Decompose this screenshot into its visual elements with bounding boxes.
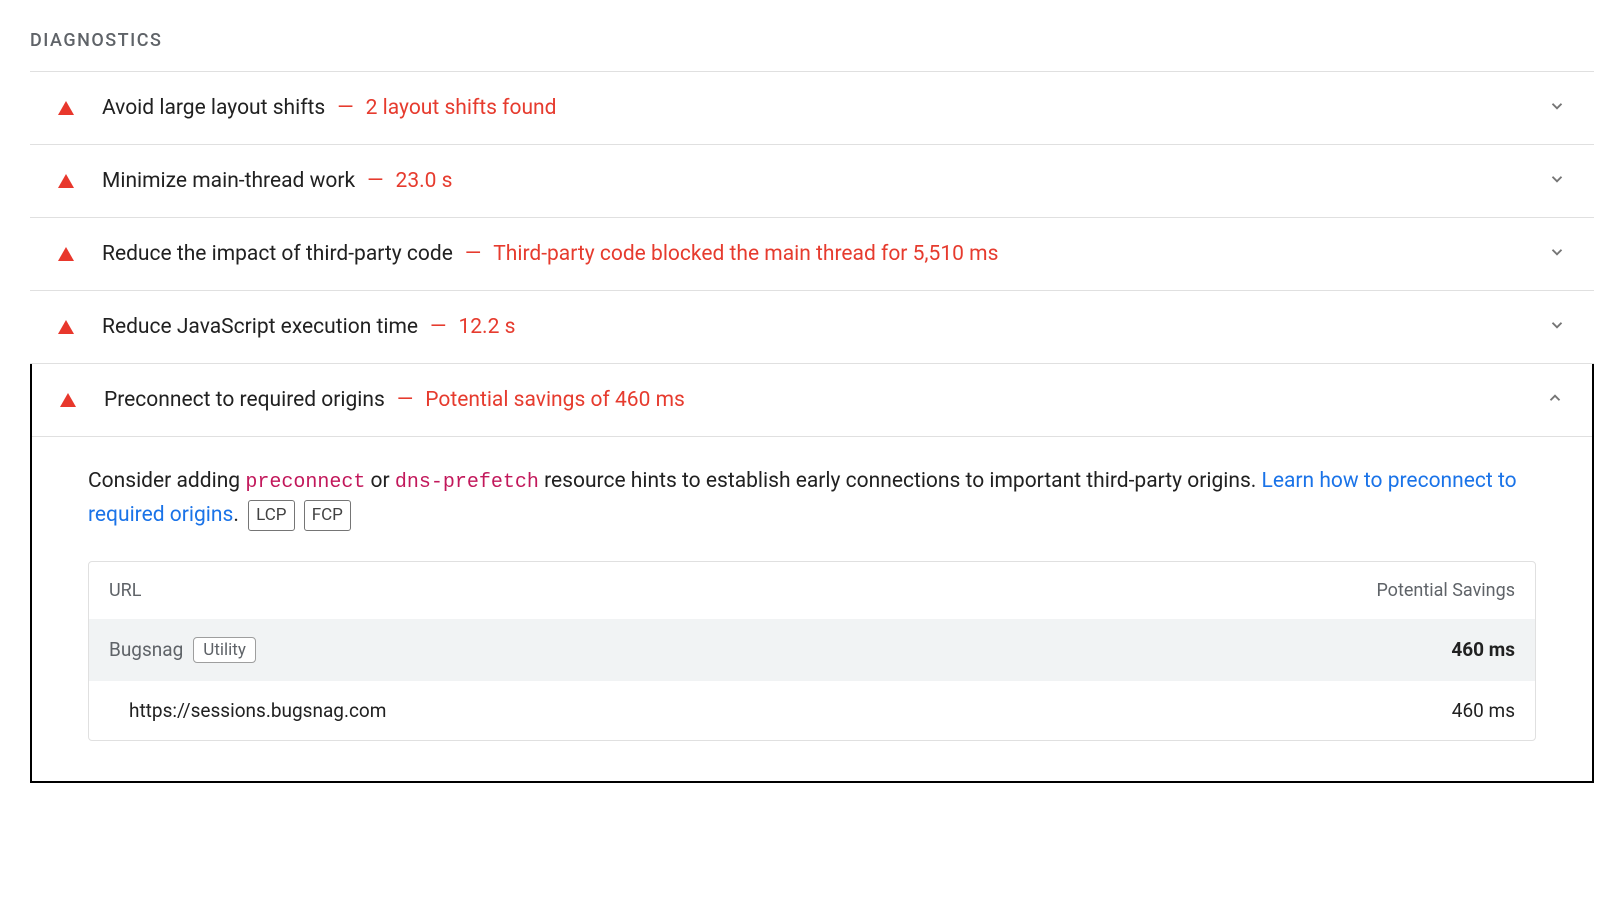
audit-item: Reduce the impact of third-party code — … <box>30 218 1594 291</box>
chevron-down-icon <box>1548 243 1566 265</box>
audit-separator: — <box>430 315 446 339</box>
metric-badge-lcp: LCP <box>248 500 294 531</box>
audit-detail: 23.0 s <box>396 169 453 193</box>
chevron-up-icon <box>1546 389 1564 411</box>
audit-detail: Third-party code blocked the main thread… <box>493 242 998 266</box>
audit-title: Avoid large layout shifts <box>102 96 325 120</box>
audit-title: Reduce JavaScript execution time <box>102 315 418 339</box>
audit-header-toggle[interactable]: Preconnect to required origins — Potenti… <box>32 364 1592 437</box>
group-label: Bugsnag <box>109 638 183 661</box>
audit-title: Preconnect to required origins <box>104 388 385 412</box>
chevron-down-icon <box>1548 97 1566 119</box>
audit-body: Consider adding preconnect or dns-prefet… <box>32 437 1592 781</box>
audit-description: Consider adding preconnect or dns-prefet… <box>88 465 1536 533</box>
description-text: resource hints to establish early connec… <box>539 469 1262 493</box>
warning-triangle-icon <box>58 101 74 115</box>
audit-header-toggle[interactable]: Reduce the impact of third-party code — … <box>30 218 1594 290</box>
audit-header-toggle[interactable]: Minimize main-thread work — 23.0 s <box>30 145 1594 217</box>
description-text: or <box>365 469 395 493</box>
audit-separator: — <box>465 242 481 266</box>
description-period: . <box>233 503 239 527</box>
metric-badge-fcp: FCP <box>304 500 351 531</box>
row-savings: 460 ms <box>1452 699 1515 722</box>
audit-detail: Potential savings of 460 ms <box>425 388 685 412</box>
audit-header-toggle[interactable]: Avoid large layout shifts — 2 layout shi… <box>30 72 1594 144</box>
audit-item: Minimize main-thread work — 23.0 s <box>30 145 1594 218</box>
code-token: dns-prefetch <box>395 471 539 494</box>
utility-badge: Utility <box>193 637 256 663</box>
table-header: URL Potential Savings <box>89 562 1535 619</box>
audit-item-expanded: Preconnect to required origins — Potenti… <box>30 364 1594 783</box>
warning-triangle-icon <box>58 174 74 188</box>
column-header-url: URL <box>109 580 141 601</box>
warning-triangle-icon <box>58 247 74 261</box>
warning-triangle-icon <box>60 393 76 407</box>
savings-table: URL Potential Savings Bugsnag Utility 46… <box>88 561 1536 741</box>
audit-separator: — <box>337 96 353 120</box>
audit-item: Avoid large layout shifts — 2 layout shi… <box>30 72 1594 145</box>
audit-list: Avoid large layout shifts — 2 layout shi… <box>30 71 1594 783</box>
table-row: https://sessions.bugsnag.com 460 ms <box>89 681 1535 740</box>
audit-header-toggle[interactable]: Reduce JavaScript execution time — 12.2 … <box>30 291 1594 363</box>
chevron-down-icon <box>1548 316 1566 338</box>
audit-separator: — <box>367 169 383 193</box>
description-text: Consider adding <box>88 469 245 493</box>
table-group-row[interactable]: Bugsnag Utility 460 ms <box>89 619 1535 681</box>
audit-detail: 12.2 s <box>458 315 515 339</box>
chevron-down-icon <box>1548 170 1566 192</box>
column-header-savings: Potential Savings <box>1376 580 1515 601</box>
group-name: Bugsnag Utility <box>109 637 256 663</box>
audit-item: Reduce JavaScript execution time — 12.2 … <box>30 291 1594 364</box>
audit-detail: 2 layout shifts found <box>366 96 557 120</box>
audit-title: Reduce the impact of third-party code <box>102 242 453 266</box>
group-value: 460 ms <box>1451 638 1515 661</box>
row-url: https://sessions.bugsnag.com <box>129 699 386 722</box>
diagnostics-heading: DIAGNOSTICS <box>30 30 1594 51</box>
code-token: preconnect <box>245 471 365 494</box>
warning-triangle-icon <box>58 320 74 334</box>
audit-title: Minimize main-thread work <box>102 169 355 193</box>
audit-separator: — <box>397 388 413 412</box>
